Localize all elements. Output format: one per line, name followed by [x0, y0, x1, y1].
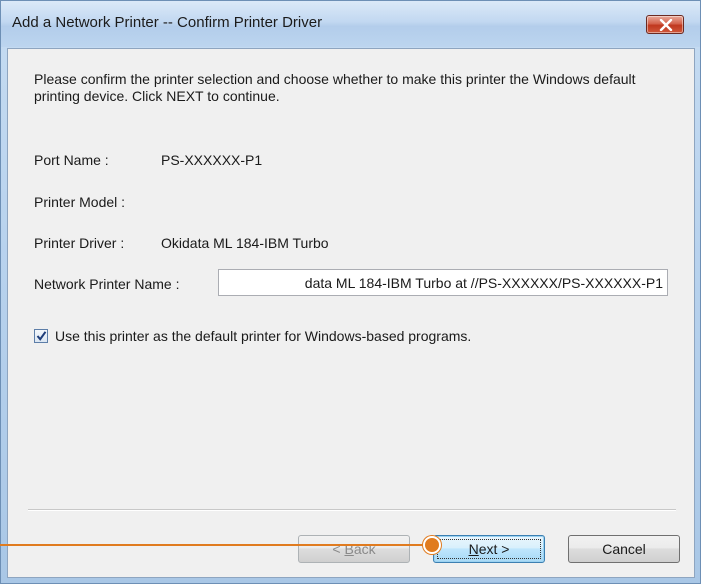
title-bar[interactable]: Add a Network Printer -- Confirm Printer…: [1, 1, 700, 47]
next-button[interactable]: Next >: [433, 535, 545, 563]
window-title: Add a Network Printer -- Confirm Printer…: [12, 14, 323, 31]
network-printer-name-input[interactable]: [218, 269, 668, 296]
callout-marker: [423, 536, 441, 554]
callout-line: [0, 544, 432, 546]
default-printer-label[interactable]: Use this printer as the default printer …: [55, 328, 471, 344]
printer-model-label: Printer Model :: [34, 194, 126, 210]
dialog-window: Add a Network Printer -- Confirm Printer…: [0, 0, 701, 584]
close-icon: [659, 19, 673, 31]
checkmark-icon: [36, 331, 47, 341]
instructions-text: Please confirm the printer selection and…: [34, 71, 636, 104]
close-button[interactable]: [646, 15, 684, 34]
port-name-label: Port Name :: [34, 152, 109, 168]
printer-driver-value: Okidata ML 184-IBM Turbo: [161, 235, 329, 251]
network-printer-name-label: Network Printer Name :: [34, 276, 180, 292]
port-name-value: PS-XXXXXX-P1: [161, 152, 263, 168]
footer-separator: [28, 509, 676, 511]
printer-driver-label: Printer Driver :: [34, 235, 125, 251]
default-printer-checkbox[interactable]: [34, 329, 48, 343]
cancel-button[interactable]: Cancel: [568, 535, 680, 563]
dialog-content: Please confirm the printer selection and…: [7, 48, 695, 578]
back-button[interactable]: < Back: [298, 535, 410, 563]
